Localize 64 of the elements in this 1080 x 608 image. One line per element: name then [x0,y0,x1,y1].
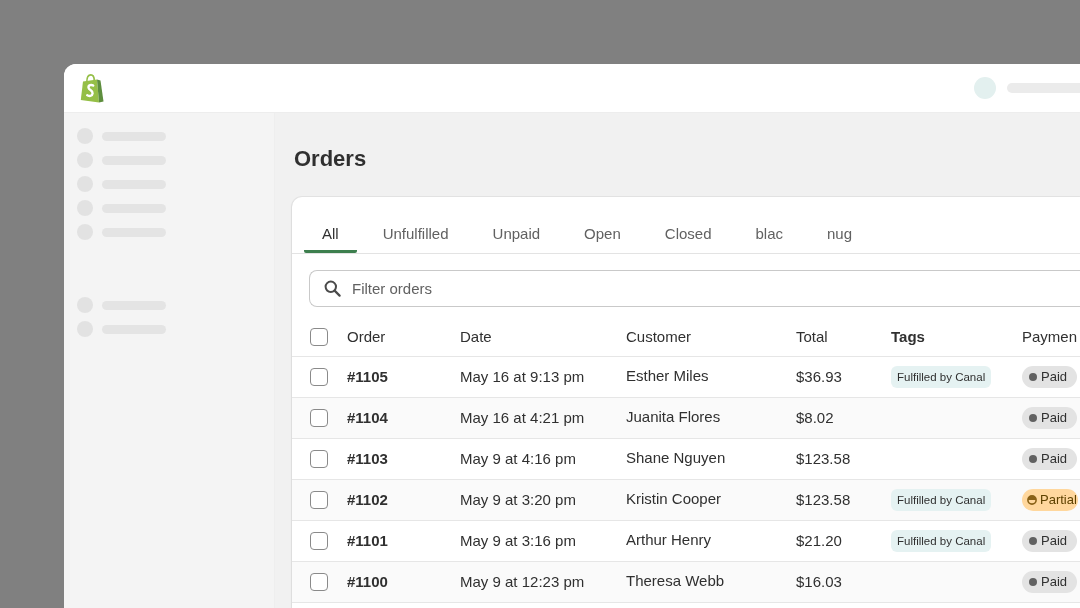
order-tag: Fulfilled by Canal [891,489,992,511]
tab[interactable]: All [304,197,357,253]
payment-label: Paid [1041,369,1068,385]
checkbox[interactable] [310,573,328,591]
column-header: Order [347,327,386,346]
customer-name: Kristin Cooper [626,489,722,508]
payment-label: Partial [1040,492,1077,508]
column-header: Date [460,327,492,346]
order-date: May 16 at 4:21 pm [460,409,585,427]
order-total: $16.03 [796,573,842,591]
order-number: #1104 [347,409,388,427]
payment-label: Paid [1041,533,1068,549]
order-total: $123.58 [796,491,851,509]
tab[interactable]: blac [737,197,802,253]
search-field[interactable]: Filter orders [309,270,1080,307]
order-number: #1101 [347,532,388,550]
order-total: $123.58 [796,450,851,468]
order-tag: Fulfilled by Canal [891,366,992,388]
checkbox[interactable] [310,409,328,427]
checkbox[interactable] [310,532,328,550]
order-number: #1102 [347,491,388,509]
status-dot-icon [1029,578,1037,586]
column-header: Total [796,327,828,346]
tab[interactable]: Unpaid [474,197,559,253]
tab[interactable]: nug [809,197,871,253]
order-number: #1105 [347,368,388,386]
order-date: May 16 at 9:13 pm [460,368,585,386]
bag-logo-icon [80,74,104,103]
order-date: May 9 at 3:16 pm [460,532,576,550]
payment-label: Paid [1041,574,1068,590]
order-number: #1100 [347,573,388,591]
order-tag: Fulfilled by Canal [891,530,992,552]
customer-name: Esther Miles [626,366,709,385]
status-dot-icon [1029,373,1037,381]
tab[interactable]: Open [566,197,639,253]
order-total: $21.20 [796,532,842,550]
status-dot-icon [1029,414,1037,422]
tab[interactable]: Unfulfilled [364,197,467,253]
checkbox[interactable] [310,327,328,346]
payment-label: Paid [1041,410,1068,426]
column-header: Customer [626,327,692,346]
search-icon [324,280,341,297]
status-dot-icon [1029,537,1037,545]
column-header: Tags [891,327,925,346]
checkbox[interactable] [310,491,328,509]
order-date: May 9 at 12:23 pm [460,573,585,591]
payment-label: Paid [1041,451,1068,467]
checkbox[interactable] [310,368,328,386]
customer-name: Theresa Webb [626,571,725,590]
order-total: $8.02 [796,409,834,427]
customer-name: Arthur Henry [626,530,712,549]
status-dot-icon [1029,455,1037,463]
customer-name: Juanita Flores [626,407,721,426]
checkbox[interactable] [310,450,328,468]
order-date: May 9 at 3:20 pm [460,491,576,509]
order-total: $36.93 [796,368,842,386]
order-number: #1103 [347,450,388,468]
column-header: Paymen [1022,327,1078,346]
tab[interactable]: Closed [646,197,730,253]
half-filled-circle-icon [1027,495,1037,505]
avatar-placeholder [974,77,996,99]
page-title: Orders [294,145,367,173]
order-date: May 9 at 4:16 pm [460,450,576,468]
customer-name: Shane Nguyen [626,448,726,467]
